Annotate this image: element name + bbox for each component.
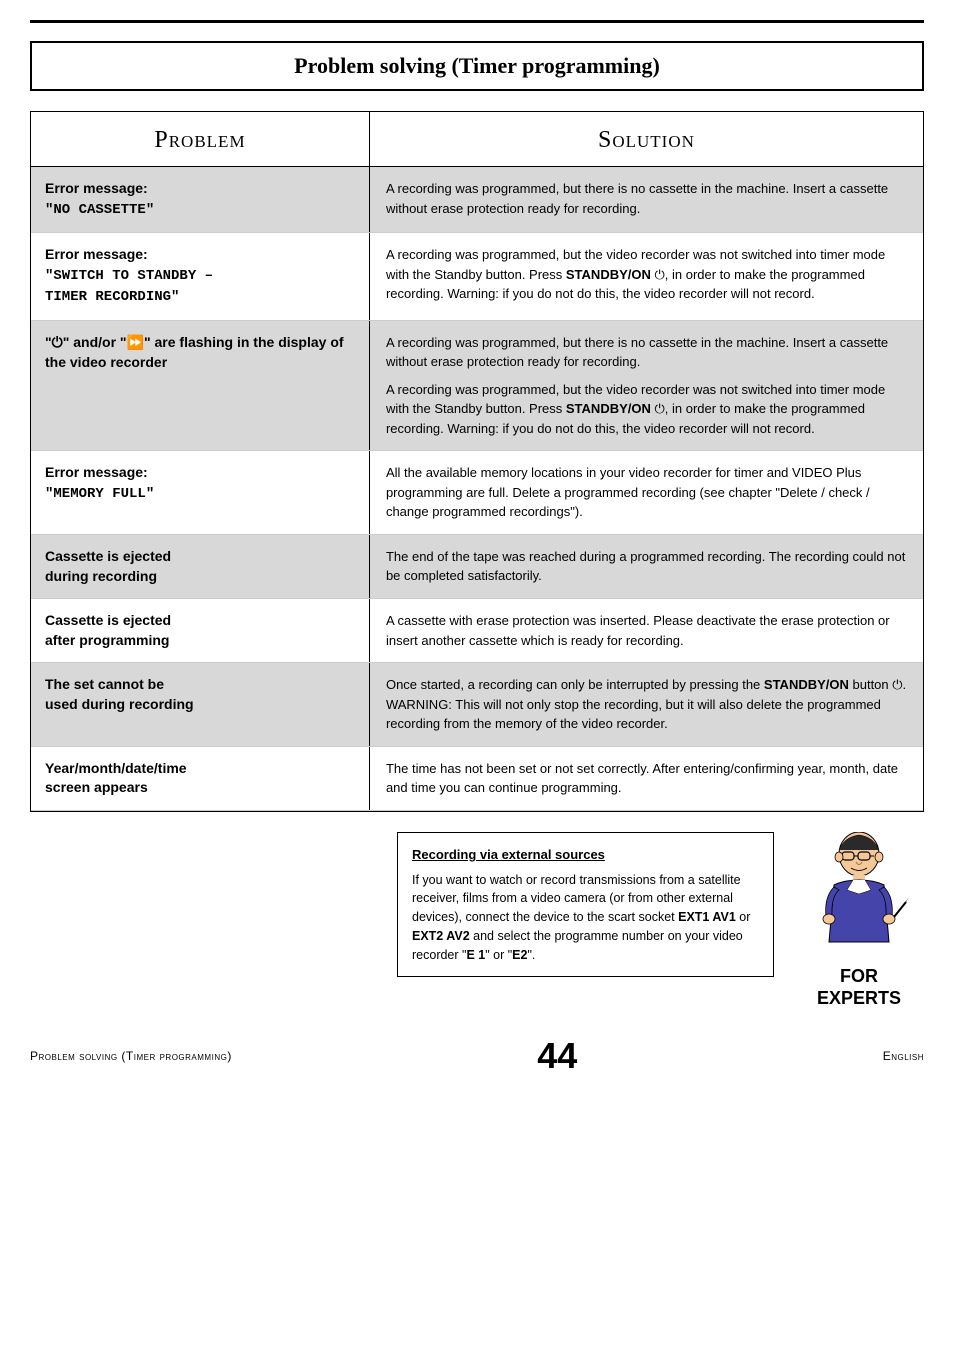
- bottom-section: Recording via external sources If you wa…: [30, 832, 924, 1009]
- solution-switch-standby: A recording was programmed, but the vide…: [370, 233, 923, 320]
- title-box: Problem solving (Timer programming): [30, 41, 924, 91]
- row-cassette-after: Cassette is ejectedafter programming A c…: [31, 599, 923, 663]
- problem-value: "NO CASSETTE": [45, 202, 154, 218]
- problem-label: Error message:: [45, 180, 148, 196]
- top-rule: [30, 20, 924, 23]
- page-title: Problem solving (Timer programming): [52, 53, 902, 79]
- header-problem-cell: Problem: [31, 112, 370, 166]
- solution-text: A recording was programmed, but there is…: [386, 179, 907, 218]
- problem-value: "MEMORY FULL": [45, 486, 154, 502]
- solution-text: All the available memory locations in yo…: [386, 463, 907, 522]
- expert-image-box: FOR EXPERTS: [794, 832, 924, 1009]
- problem-value: Cassette is ejectedafter programming: [45, 612, 171, 648]
- solution-text: The end of the tape was reached during a…: [386, 547, 907, 586]
- solution-text: Once started, a recording can only be in…: [386, 675, 907, 734]
- expert-box: Recording via external sources If you wa…: [397, 832, 774, 977]
- expert-box-title: Recording via external sources: [412, 845, 759, 865]
- footer-bar: Problem solving (Timer programming) 44 E…: [30, 1029, 924, 1077]
- footer-center: 44: [537, 1035, 577, 1077]
- solution-text: A recording was programmed, but the vide…: [386, 245, 907, 304]
- problem-value: The set cannot beused during recording: [45, 676, 194, 712]
- row-cannot-use: The set cannot beused during recording O…: [31, 663, 923, 747]
- footer-right: English: [883, 1049, 924, 1063]
- problem-value: Year/month/date/timescreen appears: [45, 760, 187, 796]
- problem-switch-standby: Error message: "SWITCH TO STANDBY –TIMER…: [31, 233, 370, 320]
- row-cassette-during: Cassette is ejectedduring recording The …: [31, 535, 923, 599]
- problem-flashing: "⏻" and/or "⏩" are flashing in the displ…: [31, 321, 370, 451]
- row-switch-standby: Error message: "SWITCH TO STANDBY –TIMER…: [31, 233, 923, 321]
- solution-header: Solution: [380, 124, 913, 154]
- row-flashing-icons: "⏻" and/or "⏩" are flashing in the displ…: [31, 321, 923, 452]
- solution-text: A cassette with erase protection was ins…: [386, 611, 907, 650]
- expert-figure-svg: [804, 832, 914, 962]
- for-experts-label: FOR EXPERTS: [817, 966, 901, 1009]
- problem-label: Error message:: [45, 246, 148, 262]
- problem-label: Error message:: [45, 464, 148, 480]
- row-year-month: Year/month/date/timescreen appears The t…: [31, 747, 923, 811]
- problem-cassette-during: Cassette is ejectedduring recording: [31, 535, 370, 598]
- problem-value: "SWITCH TO STANDBY –TIMER RECORDING": [45, 268, 213, 306]
- page-container: Problem solving (Timer programming) Prob…: [0, 0, 954, 1351]
- problem-cannot-use: The set cannot beused during recording: [31, 663, 370, 746]
- solution-text-2: A recording was programmed, but the vide…: [386, 380, 907, 439]
- problem-no-cassette: Error message: "NO CASSETTE": [31, 167, 370, 232]
- expert-box-text: If you want to watch or record transmiss…: [412, 871, 759, 965]
- solution-text: The time has not been set or not set cor…: [386, 759, 907, 798]
- solution-memory-full: All the available memory locations in yo…: [370, 451, 923, 534]
- problem-header: Problem: [41, 124, 359, 154]
- problem-year-month: Year/month/date/timescreen appears: [31, 747, 370, 810]
- footer-left: Problem solving (Timer programming): [30, 1049, 232, 1063]
- row-no-cassette: Error message: "NO CASSETTE" A recording…: [31, 167, 923, 233]
- header-row: Problem Solution: [31, 112, 923, 167]
- main-table: Problem Solution Error message: "NO CASS…: [30, 111, 924, 812]
- problem-value: "⏻" and/or "⏩" are flashing in the displ…: [45, 334, 344, 370]
- solution-flashing: A recording was programmed, but there is…: [370, 321, 923, 451]
- header-solution-cell: Solution: [370, 112, 923, 166]
- solution-no-cassette: A recording was programmed, but there is…: [370, 167, 923, 232]
- row-memory-full: Error message: "MEMORY FULL" All the ava…: [31, 451, 923, 535]
- solution-text-1: A recording was programmed, but there is…: [386, 333, 907, 372]
- solution-cannot-use: Once started, a recording can only be in…: [370, 663, 923, 746]
- solution-cassette-during: The end of the tape was reached during a…: [370, 535, 923, 598]
- problem-cassette-after: Cassette is ejectedafter programming: [31, 599, 370, 662]
- solution-cassette-after: A cassette with erase protection was ins…: [370, 599, 923, 662]
- problem-memory-full: Error message: "MEMORY FULL": [31, 451, 370, 534]
- problem-value: Cassette is ejectedduring recording: [45, 548, 171, 584]
- solution-year-month: The time has not been set or not set cor…: [370, 747, 923, 810]
